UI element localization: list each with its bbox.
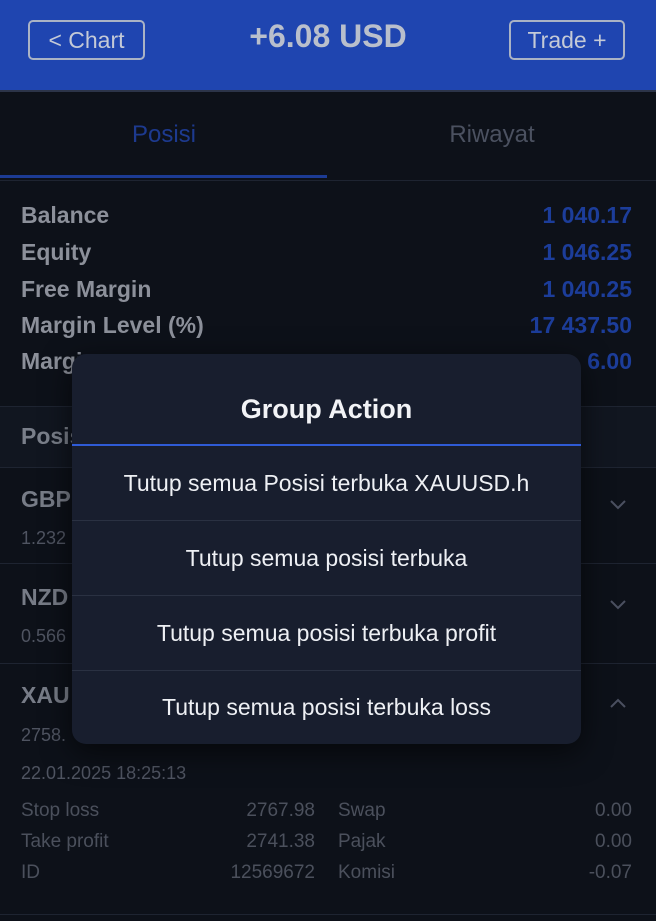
modal-backdrop[interactable]: Group Action Tutup semua Posisi terbuka … <box>0 0 656 921</box>
close-all-xauusd-button[interactable]: Tutup semua Posisi terbuka XAUUSD.h <box>72 446 581 521</box>
close-all-loss-button[interactable]: Tutup semua posisi terbuka loss <box>72 670 581 744</box>
close-all-profit-button[interactable]: Tutup semua posisi terbuka profit <box>72 596 581 671</box>
group-action-dialog: Group Action Tutup semua Posisi terbuka … <box>72 354 581 744</box>
dialog-title: Group Action <box>72 354 581 446</box>
close-all-positions-button[interactable]: Tutup semua posisi terbuka <box>72 521 581 596</box>
